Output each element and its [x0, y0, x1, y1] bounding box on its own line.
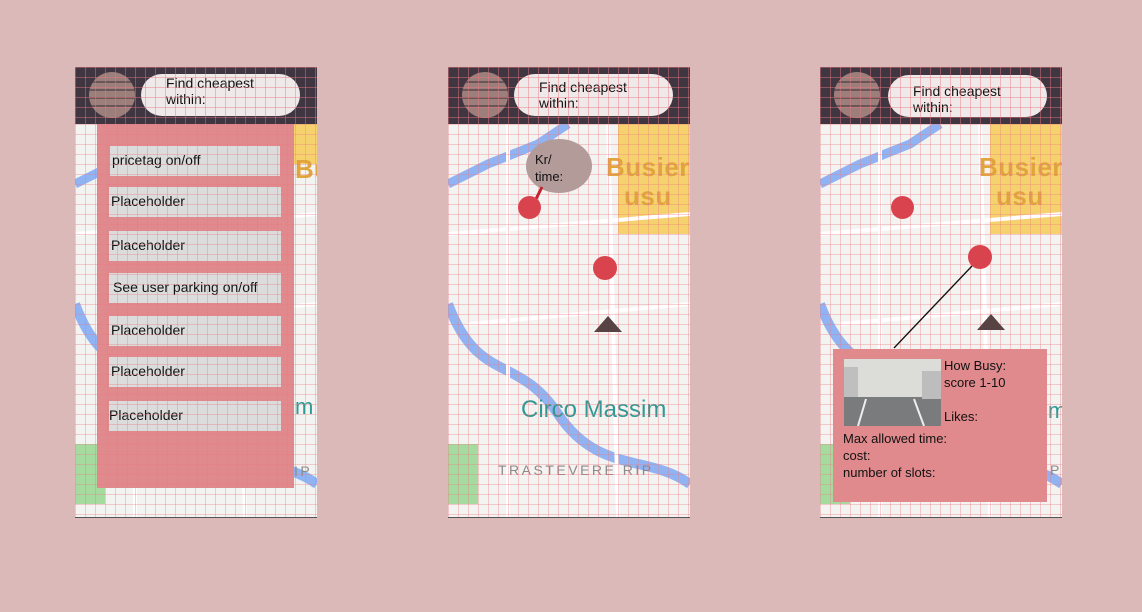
phone-screen-menu: Busier m IP pricetag on/off Placeholder …	[75, 67, 317, 518]
drawer-item-placeholder[interactable]: Placeholder	[109, 401, 281, 431]
map-label-trastevere: IP	[294, 463, 313, 479]
user-location-triangle-icon	[977, 314, 1005, 330]
drawer-item-placeholder[interactable]: Placeholder	[109, 187, 281, 217]
map-label-usu: usu	[624, 181, 672, 211]
search-input[interactable]: Find cheapest within:	[514, 74, 673, 116]
parking-pin-icon[interactable]	[593, 256, 617, 280]
drawer-item-pricetag-toggle[interactable]: pricetag on/off	[110, 146, 280, 176]
parking-info-card[interactable]: How Busy: score 1-10 Likes: Max allowed …	[833, 349, 1047, 502]
parking-photo-image	[844, 359, 941, 426]
phone-screen-details: Busier usu m P Find cheapest within: How	[820, 67, 1062, 518]
side-drawer: pricetag on/off Placeholder Placeholder …	[97, 124, 294, 488]
map-label-busier: Busier	[606, 152, 690, 182]
map-label-trastevere: TRASTEVERE RIP	[498, 462, 654, 478]
parking-pin-icon[interactable]	[518, 196, 541, 219]
hamburger-menu-icon[interactable]	[834, 72, 880, 118]
map-label-usu: usu	[996, 181, 1044, 211]
search-input[interactable]: Find cheapest within:	[888, 75, 1047, 117]
parking-pin-icon[interactable]	[891, 196, 914, 219]
user-location-triangle-icon	[594, 316, 622, 332]
hamburger-menu-icon[interactable]	[462, 72, 508, 118]
top-bar: Find cheapest within:	[448, 67, 690, 124]
top-bar: Find cheapest within:	[820, 67, 1062, 124]
map-label-circo: Circo Massim	[521, 396, 667, 423]
drawer-item-user-parking-toggle[interactable]: See user parking on/off	[109, 273, 281, 303]
search-input[interactable]: Find cheapest within:	[141, 74, 300, 116]
phone-screen-map: Busier usu Circo Massim TRASTEVERE RIP F…	[448, 67, 690, 518]
grid-overlay	[97, 124, 294, 488]
slots-label: number of slots:	[843, 465, 936, 480]
map-label-circo: m	[1048, 398, 1062, 424]
hamburger-menu-icon[interactable]	[89, 72, 135, 118]
map-label-circo: m	[295, 394, 314, 419]
top-bar: Find cheapest within:	[75, 67, 317, 124]
busy-score-value: score 1-10	[944, 375, 1006, 390]
how-busy-label: How Busy:	[944, 358, 1007, 373]
cost-label: cost:	[843, 448, 871, 463]
map-label-busier: Busier	[979, 152, 1062, 182]
drawer-item-placeholder[interactable]: Placeholder	[109, 231, 281, 261]
max-time-label: Max allowed time:	[843, 431, 948, 446]
map-label-trastevere: P	[1050, 462, 1062, 478]
drawer-item-placeholder[interactable]: Placeholder	[109, 357, 281, 387]
map-label-busier: Busier	[295, 154, 317, 184]
likes-label: Likes:	[944, 409, 978, 424]
card-connector-line	[893, 265, 973, 349]
parking-photo	[844, 359, 941, 426]
drawer-item-placeholder[interactable]: Placeholder	[109, 316, 281, 346]
